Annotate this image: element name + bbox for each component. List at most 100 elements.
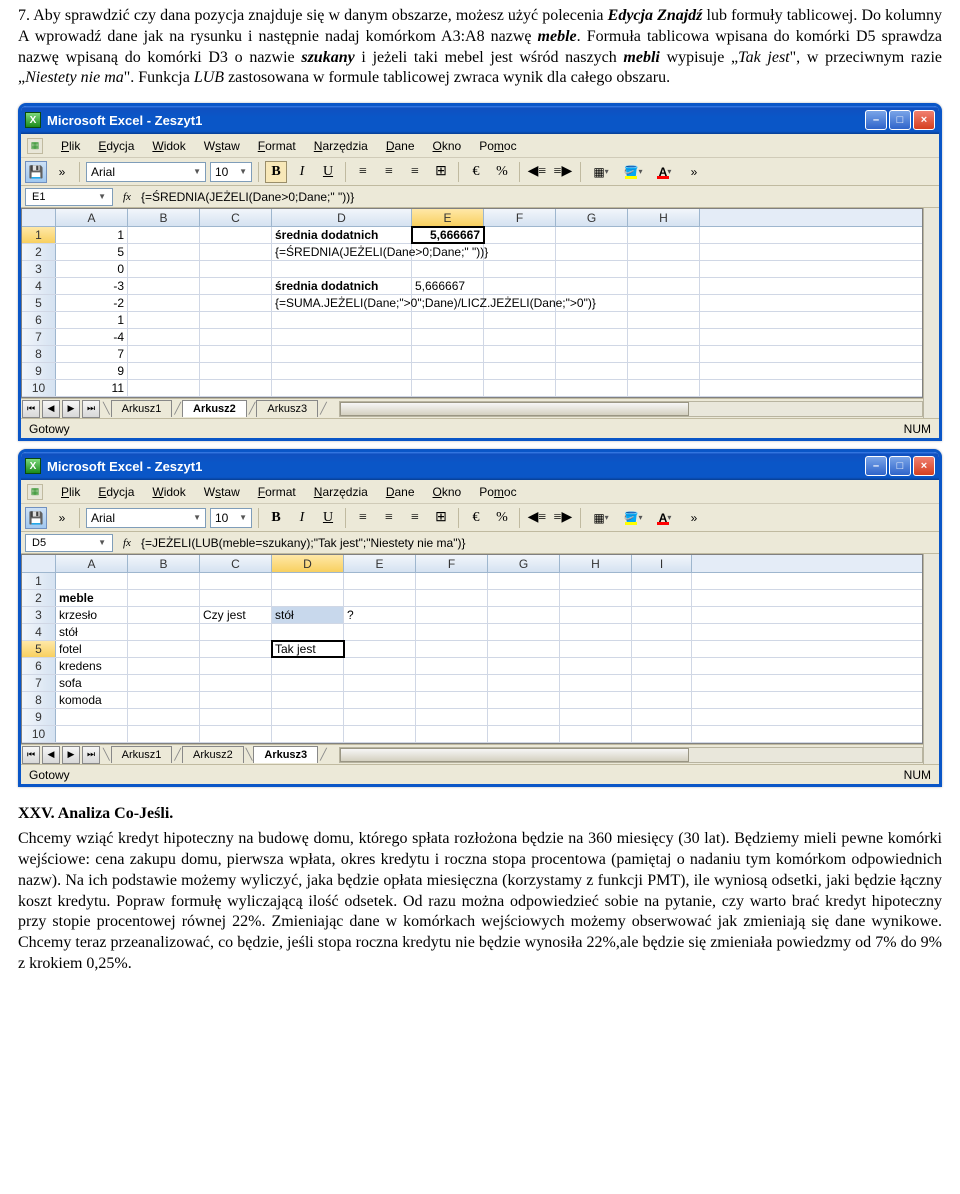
cell[interactable] (200, 675, 272, 691)
cell-A8[interactable]: 7 (56, 346, 128, 362)
cell-D1[interactable]: średnia dodatnich (272, 227, 412, 243)
vertical-scrollbar[interactable] (923, 208, 939, 418)
cell[interactable] (416, 590, 488, 606)
cell[interactable] (632, 709, 692, 725)
cell[interactable] (56, 726, 128, 742)
cell-A7[interactable]: sofa (56, 675, 128, 691)
cell[interactable] (628, 312, 700, 328)
cell[interactable] (128, 624, 200, 640)
save-button[interactable]: 💾 (25, 161, 47, 183)
cell[interactable] (200, 329, 272, 345)
cell[interactable] (128, 278, 200, 294)
cell[interactable] (200, 709, 272, 725)
cell[interactable] (128, 329, 200, 345)
cell-A1[interactable]: 1 (56, 227, 128, 243)
vertical-scrollbar[interactable] (923, 554, 939, 764)
fx-icon[interactable]: fx (117, 537, 137, 549)
cell[interactable] (200, 244, 272, 260)
cell[interactable] (488, 641, 560, 657)
cell[interactable] (128, 675, 200, 691)
col-header-C[interactable]: C (200, 209, 272, 226)
cell-A4[interactable]: stół (56, 624, 128, 640)
cell[interactable] (128, 641, 200, 657)
cell[interactable] (128, 709, 200, 725)
cell[interactable] (484, 363, 556, 379)
formula-display[interactable]: {=ŚREDNIA(JEŻELI(Dane>0;Dane;" "))} (141, 190, 354, 204)
tab-nav-last[interactable]: ⏭ (82, 400, 100, 418)
cell[interactable] (412, 380, 484, 396)
underline-button[interactable]: U (317, 507, 339, 529)
cell[interactable] (484, 261, 556, 277)
row-header[interactable]: 2 (22, 590, 56, 606)
menu-widok[interactable]: Widok (144, 136, 193, 156)
italic-button[interactable]: I (291, 161, 313, 183)
merge-center-button[interactable]: ⊞ (430, 161, 452, 183)
cell[interactable] (628, 380, 700, 396)
cell[interactable] (488, 607, 560, 623)
cell-C3[interactable]: Czy jest (200, 607, 272, 623)
cell[interactable] (416, 607, 488, 623)
col-header-B[interactable]: B (128, 209, 200, 226)
cell[interactable] (556, 261, 628, 277)
align-center-button[interactable]: ≡ (378, 161, 400, 183)
align-right-button[interactable]: ≡ (404, 161, 426, 183)
font-color-button[interactable]: A▾ (651, 507, 679, 529)
cell[interactable] (272, 346, 412, 362)
toolbar-overflow-1[interactable]: » (51, 507, 73, 529)
cell-D2[interactable]: {=ŚREDNIA(JEŻELI(Dane>0;Dane;" "))} (272, 244, 412, 260)
cell[interactable] (272, 312, 412, 328)
minimize-button[interactable]: – (865, 110, 887, 130)
cell-A2[interactable]: meble (56, 590, 128, 606)
cell[interactable] (628, 278, 700, 294)
cell-D4[interactable]: średnia dodatnich (272, 278, 412, 294)
align-right-button[interactable]: ≡ (404, 507, 426, 529)
row-header[interactable]: 9 (22, 363, 56, 379)
fx-icon[interactable]: fx (117, 191, 137, 203)
cell[interactable] (344, 573, 416, 589)
cell[interactable] (416, 692, 488, 708)
cell[interactable] (128, 607, 200, 623)
cell-E4[interactable]: 5,666667 (412, 278, 484, 294)
grid[interactable]: A B C D E F G H I 1 2 meble 3 krzesło (21, 554, 923, 744)
menu-format[interactable]: Format (250, 482, 304, 502)
cell[interactable] (200, 227, 272, 243)
cell[interactable] (556, 244, 628, 260)
col-header-G[interactable]: G (488, 555, 560, 572)
cell[interactable] (628, 261, 700, 277)
cell[interactable] (556, 380, 628, 396)
cell-E1-active[interactable]: 5,666667 (412, 227, 484, 243)
titlebar[interactable]: X Microsoft Excel - Zeszyt1 – □ × (21, 106, 939, 134)
cell[interactable] (200, 726, 272, 742)
cell[interactable] (628, 295, 700, 311)
cell[interactable] (560, 675, 632, 691)
row-header[interactable]: 7 (22, 329, 56, 345)
col-header-I[interactable]: I (632, 555, 692, 572)
cell[interactable] (128, 726, 200, 742)
menu-widok[interactable]: Widok (144, 482, 193, 502)
cell[interactable] (556, 363, 628, 379)
cell-A8[interactable]: komoda (56, 692, 128, 708)
toolbar-overflow-1[interactable]: » (51, 161, 73, 183)
cell[interactable] (200, 312, 272, 328)
cell[interactable] (344, 692, 416, 708)
row-header[interactable]: 6 (22, 312, 56, 328)
cell[interactable] (556, 278, 628, 294)
row-header[interactable]: 2 (22, 244, 56, 260)
sheet-tab-arkusz1[interactable]: Arkusz1 (111, 400, 173, 417)
cell[interactable] (128, 590, 200, 606)
menu-narzedzia[interactable]: Narzędzia (306, 136, 376, 156)
row-header[interactable]: 3 (22, 607, 56, 623)
select-all-corner[interactable] (22, 209, 56, 226)
maximize-button[interactable]: □ (889, 456, 911, 476)
cell[interactable] (200, 624, 272, 640)
cell[interactable] (628, 244, 700, 260)
cell-A2[interactable]: 5 (56, 244, 128, 260)
cell[interactable] (632, 675, 692, 691)
minimize-button[interactable]: – (865, 456, 887, 476)
cell[interactable] (488, 675, 560, 691)
cell[interactable] (128, 363, 200, 379)
cell[interactable] (488, 658, 560, 674)
menu-okno[interactable]: Okno (425, 482, 470, 502)
cell[interactable] (560, 658, 632, 674)
cell-D5[interactable]: {=SUMA.JEŻELI(Dane;">0";Dane)/LICZ.JEŻEL… (272, 295, 412, 311)
